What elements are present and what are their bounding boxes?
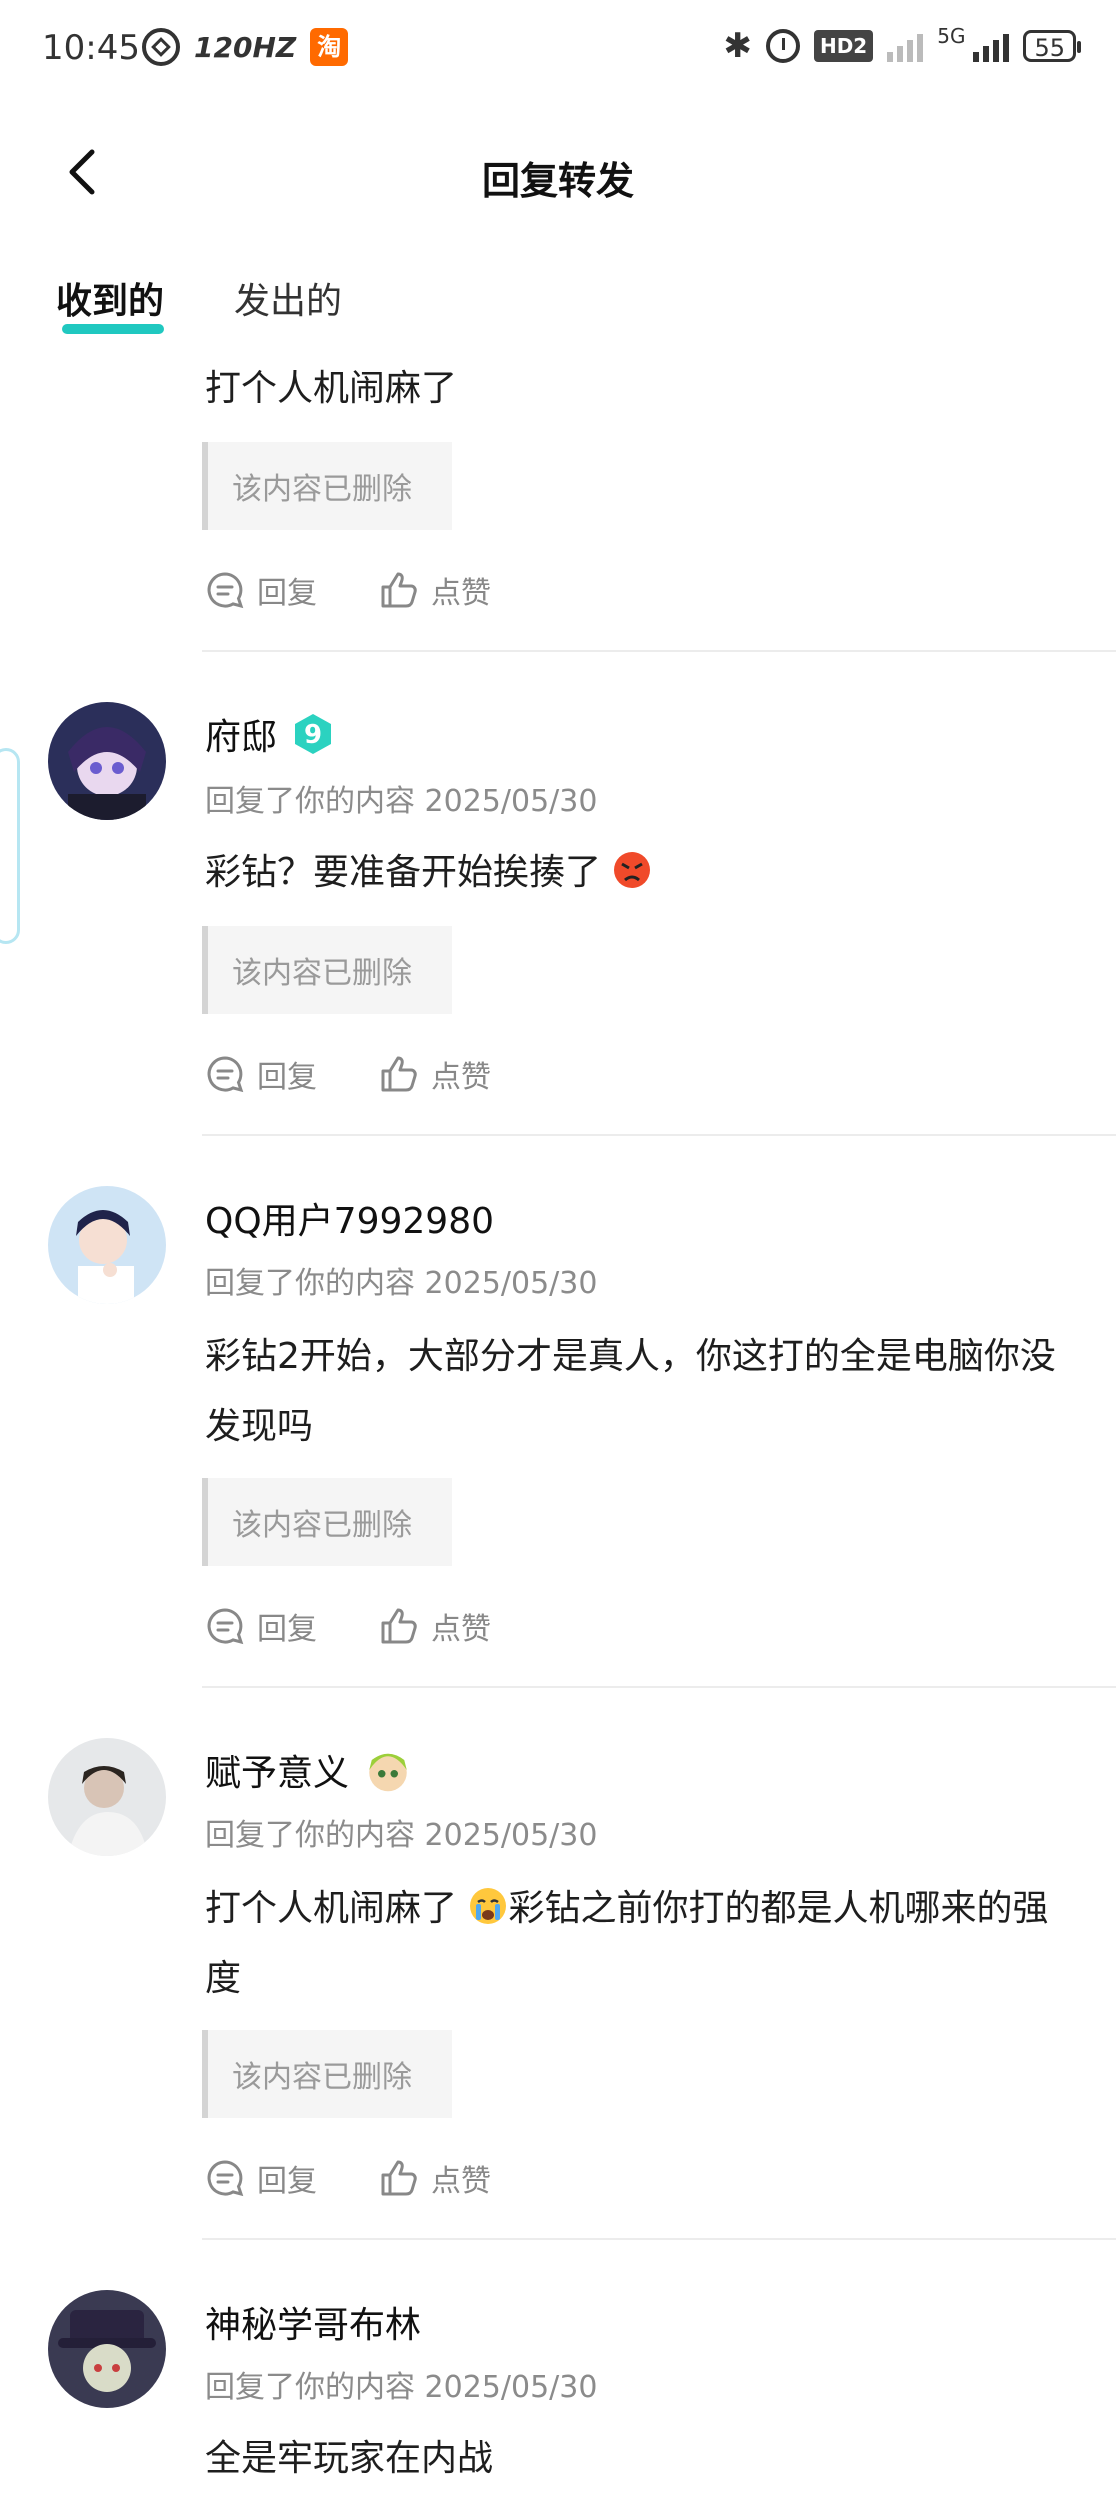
reply-meta: 回复了你的内容 2025/05/30	[205, 2370, 598, 2405]
username-text: 赋予意义	[205, 1753, 350, 1794]
tab-active-indicator	[62, 324, 165, 334]
thumbs-up-icon	[381, 572, 417, 608]
quoted-content-text: 该内容已删除	[232, 2060, 412, 2095]
divider	[202, 650, 1116, 652]
signal-icon-sim1	[887, 30, 924, 62]
tab-received-label: 收到的	[56, 281, 165, 322]
battery-icon: 55	[1023, 30, 1081, 62]
quoted-content-text: 该内容已删除	[232, 956, 412, 991]
like-button[interactable]: 点赞	[379, 2156, 491, 2200]
comment-icon	[207, 1056, 244, 1093]
like-button[interactable]: 点赞	[379, 1052, 491, 1096]
angry-face-icon	[614, 852, 651, 888]
status-right-icons: ✱ HD2 5G 55	[723, 24, 1081, 66]
quoted-content[interactable]: 该内容已删除	[202, 1478, 452, 1566]
page-title: 回复转发	[481, 159, 634, 203]
level-badge-text: 9	[304, 720, 322, 750]
taobao-icon: 淘	[310, 28, 349, 66]
level-badge-icon: 9	[295, 714, 332, 754]
comment-icon	[207, 2160, 244, 2197]
refresh-rate-label: 120HZ	[194, 30, 297, 64]
reply-button[interactable]: 回复	[205, 568, 317, 612]
bluetooth-icon: ✱	[723, 26, 752, 66]
avatar[interactable]	[48, 1738, 166, 1856]
reply-meta: 回复了你的内容 2025/05/30	[205, 784, 598, 819]
comment-content: 彩钻2开始，大部分才是真人，你这打的全是电脑你没发现吗	[205, 1336, 1056, 1447]
comment-actions: 回复 点赞	[205, 2156, 491, 2200]
tab-sent-label: 发出的	[234, 281, 343, 322]
edge-drag-handle[interactable]	[0, 748, 20, 944]
reply-label: 回复	[257, 576, 317, 611]
divider	[202, 2238, 1116, 2240]
like-label: 点赞	[431, 576, 491, 611]
avatar[interactable]	[48, 1186, 166, 1304]
cartoon-character-icon	[369, 1753, 407, 1792]
username[interactable]: 府邸 9	[205, 708, 335, 760]
username[interactable]: QQ用户7992980	[205, 1192, 494, 1244]
avatar[interactable]	[48, 702, 166, 820]
reply-button[interactable]: 回复	[205, 1052, 317, 1096]
avatar-image	[48, 702, 166, 820]
quoted-content[interactable]: 该内容已删除	[202, 442, 452, 530]
reply-meta: 回复了你的内容 2025/05/30	[205, 1266, 598, 1301]
reply-label: 回复	[257, 2164, 317, 2199]
thumbs-up-icon	[381, 2160, 417, 2196]
header: 回复转发	[0, 130, 1116, 210]
comment-actions: 回复 点赞	[205, 568, 491, 612]
reply-button[interactable]: 回复	[205, 2156, 317, 2200]
like-label: 点赞	[431, 1612, 491, 1647]
comment-content: 全是牢玩家在内战	[205, 2438, 494, 2479]
quoted-content-text: 该内容已删除	[232, 472, 412, 507]
quoted-content-text: 该内容已删除	[232, 1508, 412, 1543]
thumbs-up-icon	[381, 1608, 417, 1644]
signal-icon-sim2	[973, 30, 1010, 62]
network-type-label: 5G	[937, 24, 966, 48]
hd-voice-icon: HD2	[813, 30, 874, 62]
comment-actions: 回复 点赞	[205, 1604, 491, 1648]
thumbs-up-icon	[381, 1056, 417, 1092]
username[interactable]: 赋予意义	[205, 1744, 413, 1796]
avatar-image	[48, 1738, 166, 1856]
username-text: 神秘学哥布林	[205, 2305, 422, 2346]
username-text: 府邸	[205, 717, 278, 758]
like-label: 点赞	[431, 2164, 491, 2199]
crying-face-icon	[470, 1888, 507, 1924]
avatar-image	[48, 2290, 166, 2408]
reply-label: 回复	[257, 1060, 317, 1095]
comment-content: 打个人机闹麻了 彩钻之前你打的都是人机哪来的强度	[205, 1874, 1075, 2014]
like-button[interactable]: 点赞	[379, 1604, 491, 1648]
status-bar: 10:45 120HZ 淘 ✱ HD2 5G 55	[0, 0, 1116, 100]
avatar-image	[48, 1186, 166, 1304]
quoted-content[interactable]: 该内容已删除	[202, 926, 452, 1014]
aperture-icon	[142, 28, 180, 66]
status-time: 10:45	[42, 28, 140, 68]
divider	[202, 1134, 1116, 1136]
status-left-icons: 120HZ 淘	[142, 28, 349, 66]
avatar[interactable]	[48, 2290, 166, 2408]
reply-button[interactable]: 回复	[205, 1604, 317, 1648]
alarm-icon	[765, 29, 800, 63]
comment-content-text-part1: 打个人机闹麻了	[205, 1888, 458, 1929]
comment-content-text: 彩钻？要准备开始挨揍了	[205, 852, 602, 893]
username[interactable]: 神秘学哥布林	[205, 2296, 421, 2348]
tab-sent[interactable]: 发出的	[234, 272, 342, 324]
reply-meta: 回复了你的内容 2025/05/30	[205, 1818, 598, 1853]
quoted-content[interactable]: 该内容已删除	[202, 2030, 452, 2118]
like-button[interactable]: 点赞	[379, 568, 491, 612]
tab-bar: 收到的 发出的	[56, 272, 342, 334]
tab-received[interactable]: 收到的	[56, 272, 165, 334]
comment-content: 打个人机闹麻了	[205, 368, 458, 409]
username-text: QQ用户7992980	[205, 1201, 495, 1242]
comment-icon	[207, 572, 244, 609]
comment-icon	[207, 1608, 244, 1645]
comment-actions: 回复 点赞	[205, 1052, 491, 1096]
comment-content: 彩钻？要准备开始挨揍了	[205, 838, 1065, 908]
divider	[202, 1686, 1116, 1688]
like-label: 点赞	[431, 1060, 491, 1095]
reply-label: 回复	[257, 1612, 317, 1647]
